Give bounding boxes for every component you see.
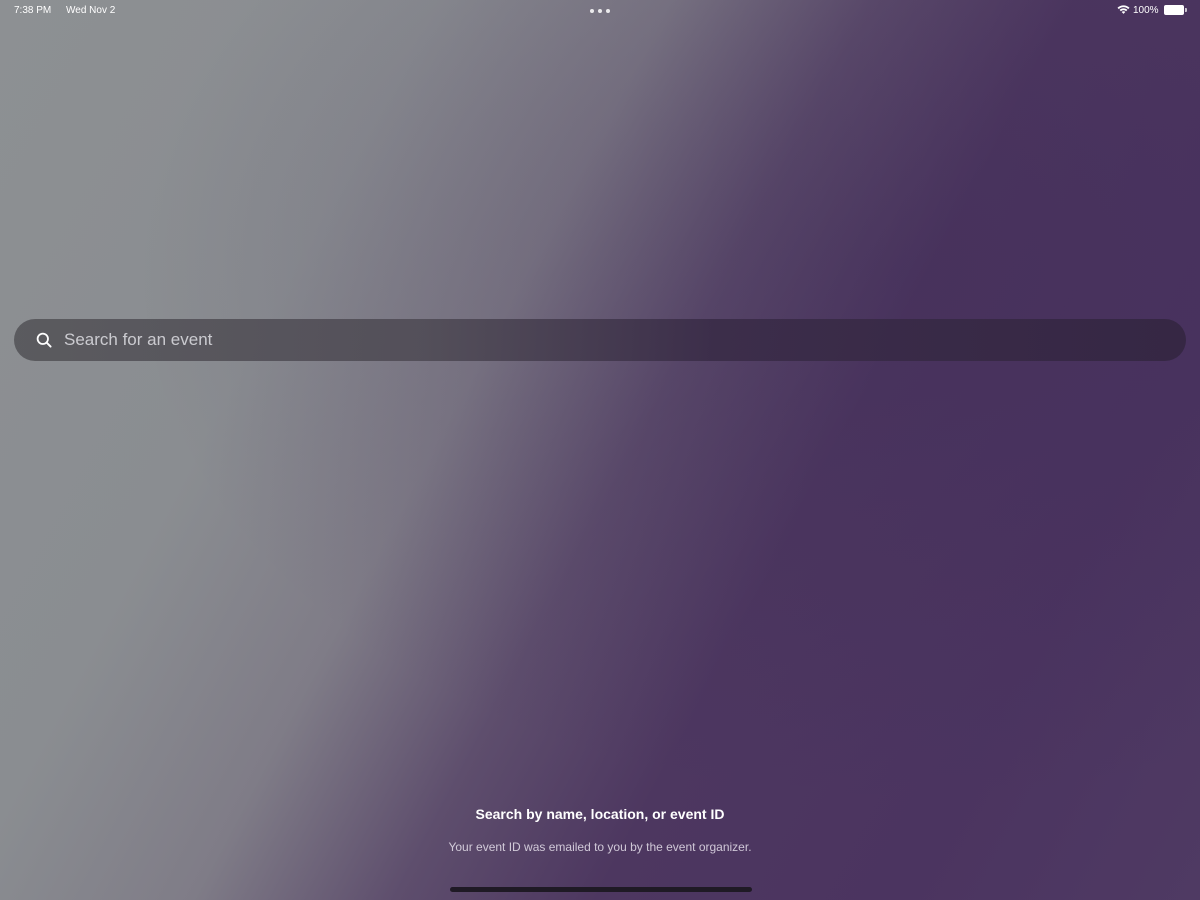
hint-subtitle: Your event ID was emailed to you by the …: [448, 840, 752, 854]
status-bar: 7:38 PM Wed Nov 2 100%: [0, 0, 1200, 22]
status-time: 7:38 PM: [14, 5, 52, 16]
wifi-icon: [1117, 5, 1130, 14]
hint-title: Search by name, location, or event ID: [475, 806, 725, 822]
search-bar[interactable]: [14, 319, 1186, 361]
battery-fill: [1164, 5, 1184, 15]
background-haze: [0, 0, 1200, 900]
battery-percent: 100%: [1133, 5, 1159, 16]
home-indicator[interactable]: [450, 887, 752, 892]
status-date: Wed Nov 2: [66, 5, 116, 16]
search-input[interactable]: [64, 325, 1144, 355]
battery-icon: [1164, 5, 1188, 16]
search-icon: [36, 332, 52, 348]
multitask-dots-icon[interactable]: [590, 9, 610, 13]
battery-cap: [1185, 8, 1187, 12]
